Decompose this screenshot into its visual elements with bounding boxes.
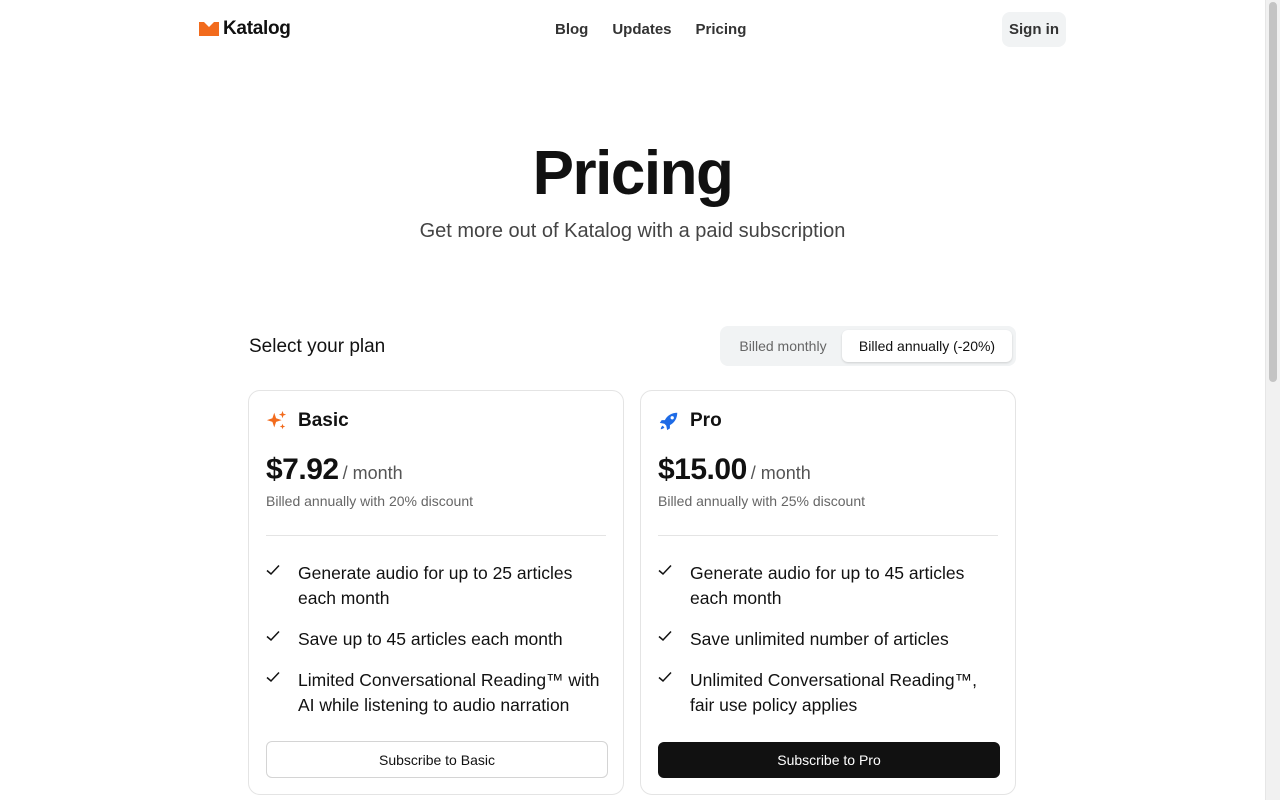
- feature-text: Save unlimited number of articles: [690, 629, 949, 649]
- billing-toggle: Billed monthly Billed annually (-20%): [720, 326, 1016, 366]
- feature-text: Generate audio for up to 25 articles eac…: [298, 563, 573, 608]
- plan-name: Pro: [690, 410, 722, 431]
- check-icon: [266, 564, 280, 576]
- plan-card-basic: Basic $7.92 / month Billed annually with…: [248, 390, 624, 795]
- select-plan-label: Select your plan: [249, 336, 386, 357]
- plan-price: $7.92: [266, 453, 339, 486]
- check-icon: [266, 671, 280, 683]
- plan-header: Basic: [266, 410, 349, 432]
- feature-item: Generate audio for up to 45 articles eac…: [658, 561, 1000, 611]
- billing-monthly-option[interactable]: Billed monthly: [724, 330, 842, 362]
- price-row: $7.92 / month: [266, 453, 403, 487]
- plan-card-pro: Pro $15.00 / month Billed annually with …: [640, 390, 1016, 795]
- plan-name: Basic: [298, 410, 349, 431]
- check-icon: [658, 630, 672, 642]
- feature-list: Generate audio for up to 45 articles eac…: [658, 561, 1000, 734]
- billing-note: Billed annually with 20% discount: [266, 493, 474, 509]
- feature-text: Limited Conversational Reading™ with AI …: [298, 670, 600, 715]
- nav-link-updates[interactable]: Updates: [612, 21, 671, 38]
- rocket-icon: [659, 412, 678, 431]
- main-nav: Blog Updates Pricing: [555, 21, 746, 38]
- plan-period: / month: [342, 463, 403, 483]
- nav-link-pricing[interactable]: Pricing: [696, 21, 747, 38]
- sparkles-icon: [266, 410, 287, 430]
- scrollbar-thumb[interactable]: [1269, 2, 1277, 382]
- check-icon: [658, 671, 672, 683]
- feature-item: Limited Conversational Reading™ with AI …: [266, 668, 608, 718]
- divider: [266, 535, 606, 536]
- brand-logo[interactable]: Katalog: [199, 18, 291, 40]
- top-header: Katalog Blog Updates Pricing Sign in: [0, 0, 1265, 60]
- katalog-logo-icon: [199, 22, 219, 36]
- plan-header: Pro: [658, 410, 722, 432]
- sign-in-button[interactable]: Sign in: [1002, 12, 1066, 47]
- feature-text: Unlimited Conversational Reading™, fair …: [690, 670, 977, 715]
- feature-item: Save unlimited number of articles: [658, 627, 1000, 652]
- feature-item: Unlimited Conversational Reading™, fair …: [658, 668, 1000, 718]
- subscribe-basic-button[interactable]: Subscribe to Basic: [266, 741, 608, 778]
- feature-item: Generate audio for up to 25 articles eac…: [266, 561, 608, 611]
- page-subtitle: Get more out of Katalog with a paid subs…: [419, 220, 846, 242]
- price-row: $15.00 / month: [658, 453, 811, 487]
- brand-name: Katalog: [223, 18, 291, 39]
- check-icon: [658, 564, 672, 576]
- plan-price: $15.00: [658, 453, 747, 486]
- feature-item: Save up to 45 articles each month: [266, 627, 608, 652]
- billing-annual-option[interactable]: Billed annually (-20%): [842, 330, 1012, 362]
- subscribe-pro-button[interactable]: Subscribe to Pro: [658, 742, 1000, 778]
- billing-note: Billed annually with 25% discount: [658, 493, 866, 509]
- divider: [658, 535, 998, 536]
- plan-period: / month: [750, 463, 811, 483]
- check-icon: [266, 630, 280, 642]
- page-title: Pricing: [532, 139, 734, 208]
- feature-list: Generate audio for up to 25 articles eac…: [266, 561, 608, 734]
- feature-text: Save up to 45 articles each month: [298, 629, 563, 649]
- feature-text: Generate audio for up to 45 articles eac…: [690, 563, 965, 608]
- nav-link-blog[interactable]: Blog: [555, 21, 588, 38]
- page-scrollbar[interactable]: [1265, 0, 1280, 800]
